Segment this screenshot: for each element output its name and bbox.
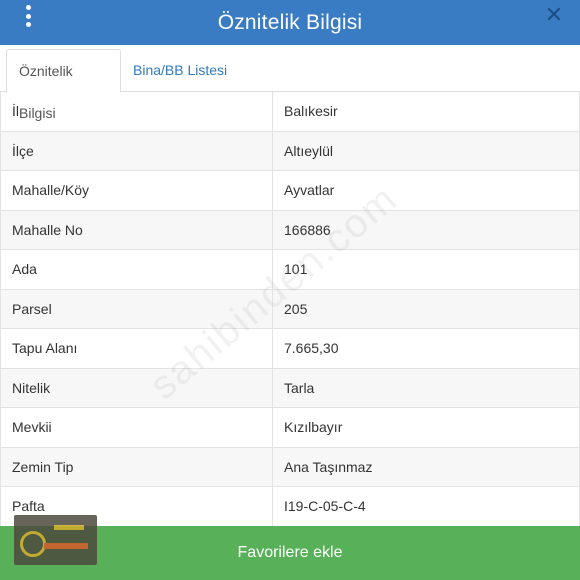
row-value: Tarla: [273, 368, 580, 407]
row-value: Altıeylül: [273, 131, 580, 170]
close-icon[interactable]: ✕: [542, 4, 566, 28]
tab-oznitelik-bilgisi[interactable]: Öznitelik Bilgisi: [6, 49, 121, 121]
kebab-menu-icon[interactable]: [18, 5, 38, 27]
table-row: Mevkii Kızılbayır: [0, 408, 580, 448]
logo-bar-icon: [44, 543, 88, 549]
attribute-table: İl Balıkesir İlçe Altıeylül Mahalle/Köy …: [0, 92, 580, 527]
row-value: Ana Taşınmaz: [273, 447, 580, 486]
title-bar: Öznitelik Bilgisi ✕: [0, 0, 580, 45]
row-value: 7.665,30: [273, 329, 580, 368]
logo-bar-icon: [54, 525, 84, 530]
table-row: Ada 101: [0, 250, 580, 290]
table-row: Parsel 205: [0, 289, 580, 329]
logo: [14, 515, 97, 565]
table-row: Nitelik Tarla: [0, 368, 580, 408]
row-key: Mahalle/Köy: [0, 171, 273, 210]
row-value: 205: [273, 289, 580, 328]
row-value: Balıkesir: [273, 92, 580, 131]
row-key: İl: [0, 92, 273, 131]
table-row: Tapu Alanı 7.665,30: [0, 329, 580, 369]
table-row: Mahalle No 166886: [0, 210, 580, 250]
row-key: Zemin Tip: [0, 447, 273, 486]
row-key: Parsel: [0, 289, 273, 328]
logo-ring-icon: [20, 531, 46, 557]
row-key: Tapu Alanı: [0, 329, 273, 368]
tab-bar: Öznitelik Bilgisi Bina/BB Listesi: [0, 45, 580, 121]
table-row: Mahalle/Köy Ayvatlar: [0, 171, 580, 211]
table-row: İl Balıkesir: [0, 92, 580, 132]
row-key: Mahalle No: [0, 210, 273, 249]
table-row: Zemin Tip Ana Taşınmaz: [0, 447, 580, 487]
row-value: 101: [273, 250, 580, 289]
row-key: Mevkii: [0, 408, 273, 447]
row-key: İlçe: [0, 131, 273, 170]
tab-bina-bb-listesi[interactable]: Bina/BB Listesi: [121, 49, 239, 93]
page-title: Öznitelik Bilgisi: [217, 10, 363, 34]
row-value: Kızılbayır: [273, 408, 580, 447]
row-key: Ada: [0, 250, 273, 289]
row-value: I19-C-05-C-4: [273, 487, 580, 526]
row-value: Ayvatlar: [273, 171, 580, 210]
row-key: Nitelik: [0, 368, 273, 407]
row-value: 166886: [273, 210, 580, 249]
table-row: İlçe Altıeylül: [0, 131, 580, 171]
